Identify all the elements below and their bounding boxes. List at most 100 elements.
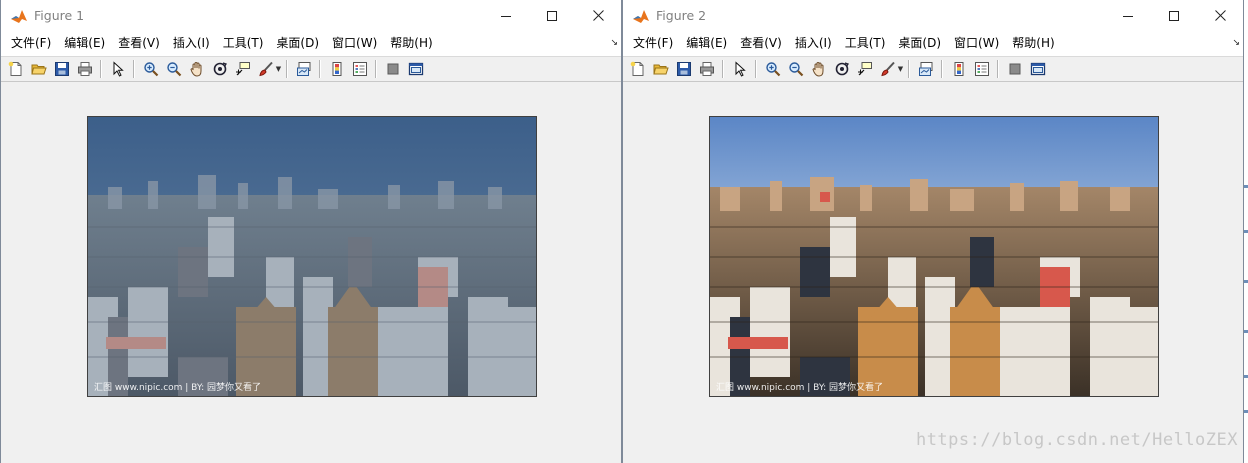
colorbar-icon — [954, 62, 963, 76]
pan-button[interactable] — [807, 58, 830, 80]
legend-button[interactable] — [348, 58, 371, 80]
menu-insert[interactable]: 插入(I) — [168, 31, 215, 56]
rotate-3d-button[interactable] — [830, 58, 853, 80]
figure-canvas[interactable]: 汇图 www.nipic.com | BY: 园梦你又看了 — [1, 84, 621, 463]
pan-hand-icon — [189, 62, 201, 77]
zoom-in-button[interactable] — [761, 58, 784, 80]
save-button[interactable] — [672, 58, 695, 80]
rotate-3d-icon — [835, 62, 849, 76]
maximize-button[interactable] — [529, 0, 575, 31]
menu-help[interactable]: 帮助(H) — [385, 31, 437, 56]
zoom-in-button[interactable] — [139, 58, 162, 80]
new-figure-button[interactable] — [626, 58, 649, 80]
background-mark — [1244, 375, 1248, 378]
menu-insert[interactable]: 插入(I) — [790, 31, 837, 56]
zoom-out-button[interactable] — [162, 58, 185, 80]
legend-icon — [974, 62, 989, 76]
figure-window-2[interactable]: Figure 2 文件(F) 编辑(E) 查看(V) 插入(I) 工具(T) 桌… — [622, 0, 1244, 463]
hide-plot-tools-button[interactable] — [1003, 58, 1026, 80]
brush-dropdown-icon[interactable]: ▼ — [275, 58, 282, 80]
open-file-icon — [30, 64, 47, 75]
menu-desktop[interactable]: 桌面(D) — [271, 31, 324, 56]
link-plot-button[interactable] — [914, 58, 937, 80]
link-plot-icon — [918, 62, 932, 76]
zoom-out-icon — [788, 62, 803, 77]
open-file-button[interactable] — [649, 58, 672, 80]
pan-hand-icon — [811, 62, 823, 77]
minimize-icon — [501, 15, 511, 17]
menu-help[interactable]: 帮助(H) — [1007, 31, 1059, 56]
colorbar-button[interactable] — [947, 58, 970, 80]
link-plot-button[interactable] — [292, 58, 315, 80]
new-figure-button[interactable] — [4, 58, 27, 80]
print-icon — [77, 62, 92, 76]
show-plot-tools-button[interactable] — [1026, 58, 1049, 80]
toolbar-separator — [319, 60, 321, 78]
menu-edit[interactable]: 编辑(E) — [681, 31, 732, 56]
print-button[interactable] — [695, 58, 718, 80]
brush-button[interactable] — [254, 58, 277, 80]
image-axes[interactable]: 汇图 www.nipic.com | BY: 园梦你又看了 — [709, 116, 1159, 397]
menu-tools[interactable]: 工具(T) — [840, 31, 891, 56]
matlab-logo-icon — [633, 9, 649, 23]
city-photo-original — [88, 117, 536, 396]
data-cursor-button[interactable] — [231, 58, 254, 80]
menu-edit[interactable]: 编辑(E) — [59, 31, 110, 56]
figure-canvas[interactable]: 汇图 www.nipic.com | BY: 园梦你又看了 — [623, 84, 1243, 463]
brush-dropdown-icon[interactable]: ▼ — [897, 58, 904, 80]
colorbar-button[interactable] — [325, 58, 348, 80]
open-file-button[interactable] — [27, 58, 50, 80]
dock-arrow-icon[interactable]: ↘ — [1232, 38, 1240, 48]
menu-file[interactable]: 文件(F) — [628, 31, 678, 56]
background-mark — [1244, 280, 1248, 283]
print-button[interactable] — [73, 58, 96, 80]
toolbar-separator — [997, 60, 999, 78]
background-mark — [1244, 230, 1248, 233]
toolbar-separator — [286, 60, 288, 78]
background-mark — [1244, 410, 1248, 413]
data-cursor-button[interactable] — [853, 58, 876, 80]
menu-window[interactable]: 窗口(W) — [327, 31, 382, 56]
menu-desktop[interactable]: 桌面(D) — [893, 31, 946, 56]
brush-button[interactable] — [876, 58, 899, 80]
close-button[interactable] — [1197, 0, 1243, 31]
menu-window[interactable]: 窗口(W) — [949, 31, 1004, 56]
legend-button[interactable] — [970, 58, 993, 80]
maximize-button[interactable] — [1151, 0, 1197, 31]
background-window-edge — [1244, 0, 1248, 463]
title-bar[interactable]: Figure 2 — [623, 0, 1243, 31]
menu-tools[interactable]: 工具(T) — [218, 31, 269, 56]
minimize-button[interactable] — [1105, 0, 1151, 31]
toolbar-separator — [722, 60, 724, 78]
minimize-button[interactable] — [483, 0, 529, 31]
open-file-icon — [652, 64, 669, 75]
close-button[interactable] — [575, 0, 621, 31]
pan-button[interactable] — [185, 58, 208, 80]
hide-plot-tools-button[interactable] — [381, 58, 404, 80]
photo-watermark: 汇图 www.nipic.com | BY: 园梦你又看了 — [716, 383, 884, 393]
dock-arrow-icon[interactable]: ↘ — [610, 38, 618, 48]
edit-plot-button[interactable] — [106, 58, 129, 80]
show-plot-tools-icon — [1030, 62, 1045, 76]
figure-window-1[interactable]: Figure 1 文件(F) 编辑(E) 查看(V) 插入(I) 工具(T) 桌… — [0, 0, 622, 463]
menu-view[interactable]: 查看(V) — [113, 31, 165, 56]
show-plot-tools-button[interactable] — [404, 58, 427, 80]
zoom-out-button[interactable] — [784, 58, 807, 80]
brush-icon — [880, 61, 895, 77]
title-bar[interactable]: Figure 1 — [1, 0, 621, 31]
figure-toolbar: ▼ — [623, 56, 1243, 82]
image-axes[interactable]: 汇图 www.nipic.com | BY: 园梦你又看了 — [87, 116, 537, 397]
city-photo-enhanced — [710, 117, 1158, 396]
legend-icon — [352, 62, 367, 76]
close-icon — [1214, 10, 1226, 21]
background-mark — [1244, 185, 1248, 188]
toolbar-separator — [375, 60, 377, 78]
background-mark — [1244, 330, 1248, 333]
menu-view[interactable]: 查看(V) — [735, 31, 787, 56]
edit-plot-button[interactable] — [728, 58, 751, 80]
rotate-3d-button[interactable] — [208, 58, 231, 80]
menu-file[interactable]: 文件(F) — [6, 31, 56, 56]
matlab-logo-icon — [11, 9, 27, 23]
data-cursor-icon — [857, 62, 872, 76]
save-button[interactable] — [50, 58, 73, 80]
